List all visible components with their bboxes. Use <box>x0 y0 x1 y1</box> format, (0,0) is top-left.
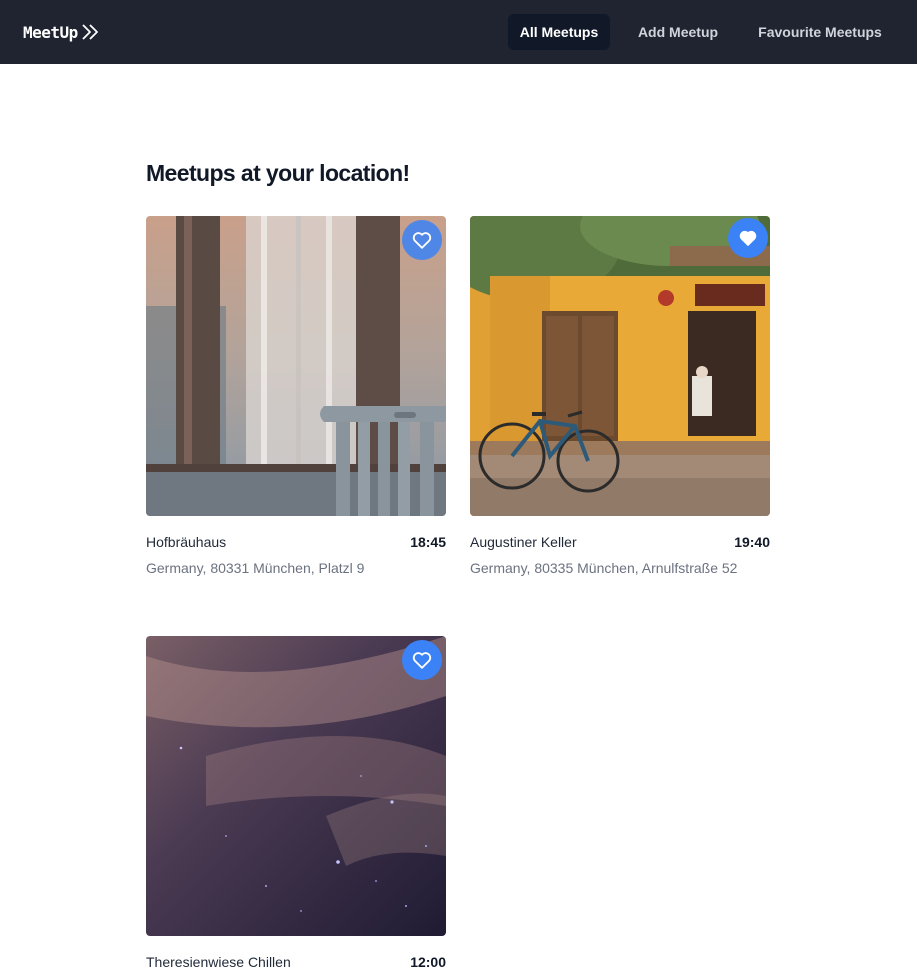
meetup-card: Augustiner Keller 19:40 Germany, 80335 M… <box>470 216 770 578</box>
nav-all-meetups[interactable]: All Meetups <box>508 14 610 50</box>
logo[interactable]: MeetUp <box>23 20 99 44</box>
meetup-address: Germany, 80335 München, Arnulfstraße 52 <box>470 560 738 576</box>
meetup-image[interactable] <box>470 216 770 516</box>
page-title: Meetups at your location! <box>146 160 410 186</box>
meetup-name[interactable]: Augustiner Keller <box>470 534 770 550</box>
nav-favourite-meetups[interactable]: Favourite Meetups <box>746 14 894 50</box>
double-chevron-right-icon <box>81 23 99 41</box>
meetup-image[interactable] <box>146 216 446 516</box>
heart-outline-icon <box>412 232 432 249</box>
meetup-info: Hofbräuhaus 18:45 Germany, 80331 München… <box>146 534 446 578</box>
top-navbar: MeetUp All Meetups Add Meetup Favourite … <box>0 0 917 64</box>
meetup-card: Hofbräuhaus 18:45 Germany, 80331 München… <box>146 216 446 578</box>
meetup-name[interactable]: Hofbräuhaus <box>146 534 446 550</box>
meetup-time: 18:45 <box>410 534 446 550</box>
meetup-time: 12:00 <box>410 954 446 970</box>
window-curtain-chair-photo <box>146 216 446 516</box>
night-sky-stars-photo <box>146 636 446 936</box>
favourite-button[interactable] <box>728 218 768 258</box>
yellow-house-bicycle-photo <box>470 216 770 516</box>
heart-outline-icon <box>412 652 432 669</box>
meetup-name[interactable]: Theresienwiese Chillen <box>146 954 446 970</box>
meetup-card: Theresienwiese Chillen 12:00 <box>146 636 446 970</box>
favourite-button[interactable] <box>402 640 442 680</box>
nav-add-meetup[interactable]: Add Meetup <box>626 14 730 50</box>
meetup-info: Theresienwiese Chillen 12:00 <box>146 954 446 970</box>
meetup-image[interactable] <box>146 636 446 936</box>
favourite-button[interactable] <box>402 220 442 260</box>
meetup-time: 19:40 <box>734 534 770 550</box>
heart-filled-icon <box>739 230 757 246</box>
meetup-info: Augustiner Keller 19:40 Germany, 80335 M… <box>470 534 770 578</box>
meetup-address: Germany, 80331 München, Platzl 9 <box>146 560 365 576</box>
logo-text: MeetUp <box>23 22 78 42</box>
